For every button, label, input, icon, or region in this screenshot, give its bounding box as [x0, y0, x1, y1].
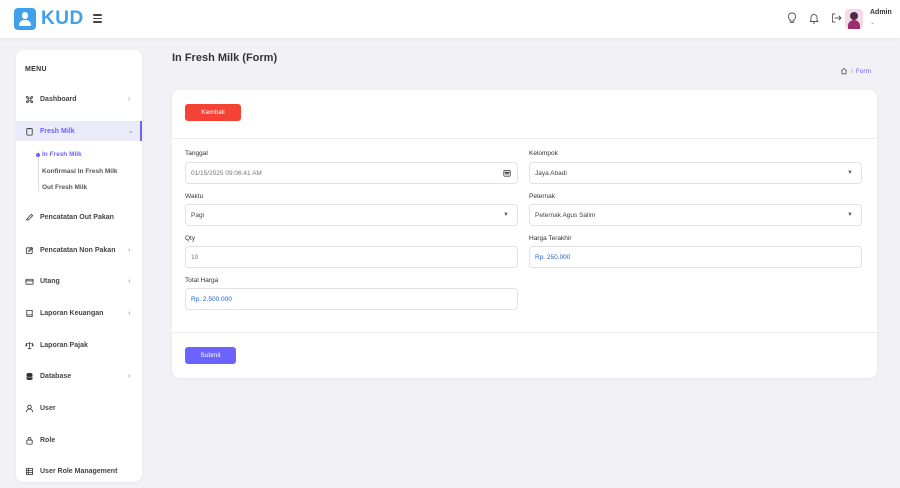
card-divider [172, 138, 877, 139]
harga-terakhir-label: Harga Terakhir [529, 235, 572, 242]
waktu-label: Waktu [185, 193, 204, 200]
credit-card-icon [25, 278, 34, 285]
kelompok-value: Jaya Abadi [535, 169, 567, 177]
calendar-icon[interactable] [503, 169, 511, 177]
card-divider [172, 332, 877, 333]
brand-logo[interactable]: KUD [14, 8, 84, 30]
scale-icon [25, 341, 34, 349]
submenu-line [38, 151, 39, 191]
sidebar-item-database[interactable]: Database › [16, 366, 142, 386]
edit-icon [25, 246, 34, 254]
sidebar-subitem-in-fresh-milk[interactable]: In Fresh Milk [42, 151, 82, 158]
dropdown-caret-icon: ▼ [847, 212, 853, 218]
total-harga-label: Total Harga [185, 277, 219, 284]
chevron-down-icon[interactable]: ⌄ [870, 19, 875, 26]
sidebar-item-label: Database [40, 372, 72, 380]
sidebar: MENU Dashboard › Fresh Milk ⌄ In Fresh M… [16, 50, 142, 482]
user-name[interactable]: Admin [870, 9, 892, 16]
sidebar-item-laporan-pajak[interactable]: Laporan Pajak [16, 335, 142, 355]
chevron-right-icon: › [128, 372, 131, 380]
tanggal-value: 01/15/2025 09:06:41 AM [191, 169, 262, 177]
bell-icon[interactable] [807, 11, 821, 25]
chevron-right-icon: › [128, 95, 131, 103]
dropdown-caret-icon: ▼ [847, 170, 853, 176]
lightbulb-icon[interactable] [785, 11, 799, 25]
sidebar-item-label: User [40, 404, 56, 412]
kelompok-label: Kelompok [529, 150, 558, 157]
sidebar-item-label: Dashboard [40, 95, 77, 103]
sidebar-item-utang[interactable]: Utang › [16, 271, 142, 291]
sidebar-item-label: Pencatatan Non Pakan [40, 246, 116, 254]
active-dot [36, 153, 40, 157]
harga-terakhir-value: Rp. 250.000 [535, 253, 571, 261]
chevron-right-icon: › [128, 246, 131, 254]
sidebar-item-user[interactable]: User [16, 398, 142, 418]
peternak-label: Peternak [529, 193, 556, 200]
tanggal-input[interactable]: 01/15/2025 09:06:41 AM [185, 162, 518, 184]
sidebar-item-user-role-management[interactable]: User Role Management [16, 461, 142, 481]
peternak-select[interactable]: Peternak Agus Salim ▼ [529, 204, 862, 226]
waktu-value: Pagi [191, 211, 205, 219]
page-title: In Fresh Milk (Form) [172, 52, 278, 64]
breadcrumb: / Form [840, 67, 871, 75]
sidebar-item-laporan-keuangan[interactable]: Laporan Keuangan › [16, 303, 142, 323]
sidebar-item-dashboard[interactable]: Dashboard › [16, 89, 142, 109]
menu-title: MENU [25, 66, 47, 73]
brand-name: KUD [41, 8, 84, 29]
lock-icon [26, 436, 33, 445]
clipboard-icon [26, 127, 33, 136]
qty-value: 10 [191, 253, 199, 261]
total-harga-field[interactable]: Rp. 2.500.000 [185, 288, 518, 310]
sidebar-item-label: Utang [40, 277, 60, 285]
menu-toggle-icon[interactable] [93, 14, 102, 25]
waktu-select[interactable]: Pagi ▼ [185, 204, 518, 226]
sidebar-item-pencatatan-non-pakan[interactable]: Pencatatan Non Pakan › [16, 240, 142, 260]
qty-input[interactable]: 10 [185, 246, 518, 268]
logout-icon[interactable] [829, 11, 843, 25]
qty-label: Qty [185, 235, 196, 242]
sidebar-subitem-konfirmasi[interactable]: Konfirmasi In Fresh Milk [42, 168, 118, 175]
chevron-right-icon: › [128, 277, 131, 285]
sidebar-item-fresh-milk[interactable]: Fresh Milk ⌄ [16, 121, 142, 141]
breadcrumb-separator: / [851, 67, 853, 75]
tanggal-label: Tanggal [185, 150, 208, 157]
submit-button[interactable]: Submit [185, 347, 236, 364]
total-harga-value: Rp. 2.500.000 [191, 295, 232, 303]
pencil-icon [26, 213, 34, 221]
database-icon [26, 372, 33, 380]
topbar: KUD Admin ⌄ [0, 0, 900, 38]
harga-terakhir-field[interactable]: Rp. 250.000 [529, 246, 862, 268]
command-icon [25, 95, 34, 103]
sidebar-subitem-out-fresh-milk[interactable]: Out Fresh Milk [42, 184, 87, 191]
sidebar-item-label: Role [40, 436, 56, 444]
kelompok-select[interactable]: Jaya Abadi ▼ [529, 162, 862, 184]
dropdown-caret-icon: ▼ [503, 212, 509, 218]
home-icon[interactable] [840, 67, 848, 75]
sidebar-item-role[interactable]: Role [16, 430, 142, 450]
book-icon [26, 309, 33, 317]
chevron-right-icon: › [128, 309, 131, 317]
sidebar-item-pencatatan-out-pakan[interactable]: Pencatatan Out Pakan [16, 207, 142, 227]
sidebar-item-label: Laporan Pajak [40, 341, 88, 349]
breadcrumb-current: Form [855, 67, 871, 75]
sidebar-item-label: User Role Management [40, 467, 118, 475]
avatar[interactable] [845, 9, 863, 29]
user-icon [25, 404, 34, 412]
peternak-value: Peternak Agus Salim [535, 211, 596, 219]
chevron-down-icon: ⌄ [128, 128, 134, 135]
list-icon [25, 467, 34, 475]
form-card: Kembali Tanggal 01/15/2025 09:06:41 AM W… [172, 90, 877, 378]
logo-icon [14, 8, 36, 30]
sidebar-item-label: Fresh Milk [40, 127, 75, 135]
back-button[interactable]: Kembali [185, 104, 241, 121]
sidebar-item-label: Laporan Keuangan [40, 309, 104, 317]
sidebar-item-label: Pencatatan Out Pakan [40, 213, 114, 221]
